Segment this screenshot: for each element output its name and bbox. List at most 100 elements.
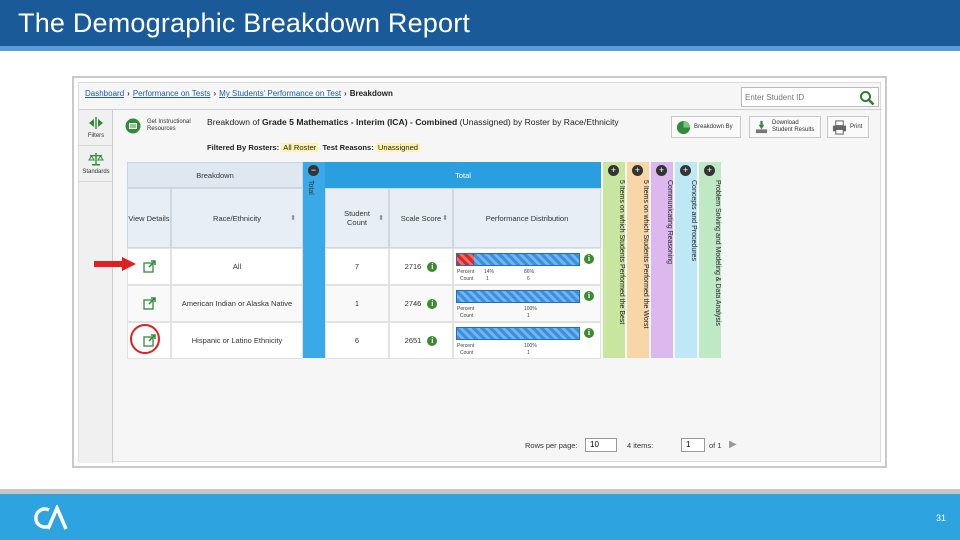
slide: The Demographic Breakdown Report Dashboa…: [0, 0, 960, 540]
segment1-percent: 14%: [484, 269, 495, 275]
footer-bar: [0, 494, 960, 540]
breadcrumb-dashboard[interactable]: Dashboard: [85, 89, 124, 98]
segment1-count: 1: [486, 276, 489, 282]
page-of-label: of 1: [709, 441, 722, 450]
count-label: Count: [460, 276, 474, 282]
count-label: Count: [460, 350, 474, 356]
instructional-label-line1: Get Instructional: [147, 119, 191, 125]
page-number-input[interactable]: 1: [681, 438, 705, 452]
student-id-input[interactable]: [745, 91, 855, 104]
table-cell-distribution: i Percent Count 100% 1: [453, 322, 601, 359]
plus-icon[interactable]: +: [704, 165, 715, 176]
rows-per-page-label: Rows per page:: [525, 441, 578, 450]
app-window: Dashboard › Performance on Tests › My Studen…: [78, 82, 882, 463]
scale-score-value: 2746: [404, 299, 422, 308]
reasons-label: Test Reasons:: [322, 143, 374, 152]
view-details-icon[interactable]: [142, 297, 156, 310]
table-cell-count: 6: [325, 322, 389, 359]
report-heading: Breakdown of Grade 5 Mathematics - Inter…: [207, 117, 619, 127]
breakdown-by-button[interactable]: Breakdown By: [671, 116, 741, 138]
instructional-label-line2: Resources: [147, 126, 176, 132]
print-button[interactable]: Print: [827, 116, 869, 138]
breadcrumb-performance[interactable]: Performance on Tests: [133, 89, 211, 98]
rail-standards-label: Standards: [82, 169, 110, 175]
scales-icon: [88, 153, 104, 166]
pager-next-icon[interactable]: ▶: [729, 439, 737, 450]
printer-icon: [832, 120, 847, 135]
info-icon[interactable]: i: [427, 335, 438, 346]
info-icon[interactable]: i: [584, 328, 594, 338]
scale-score-label: Scale Score: [400, 213, 442, 223]
info-icon[interactable]: i: [427, 261, 438, 272]
table-cell-count: 1: [325, 285, 389, 322]
heading-assessment: Grade 5 Mathematics - Interim (ICA) - Co…: [261, 117, 458, 127]
download-results-button[interactable]: Download Student Results: [749, 116, 821, 138]
info-icon[interactable]: i: [584, 254, 594, 264]
reasons-value: Unassigned: [375, 143, 421, 152]
total-collapsed-label: Total: [307, 180, 314, 195]
claim-column-strip[interactable]: + Concepts and Procedures: [675, 162, 697, 358]
plus-icon[interactable]: +: [632, 165, 643, 176]
claim-column-strip[interactable]: + 5 Items on which Students Performed th…: [627, 162, 649, 358]
plus-icon[interactable]: +: [656, 165, 667, 176]
rail-filters-label: Filters: [87, 133, 105, 139]
info-icon[interactable]: i: [427, 298, 438, 309]
header-divider: [79, 109, 882, 110]
performance-bar[interactable]: [456, 290, 580, 303]
table-cell-score: 2746 i: [389, 285, 453, 322]
rosters-label: Filtered By Rosters:: [207, 143, 280, 152]
info-icon[interactable]: i: [584, 291, 594, 301]
plus-icon[interactable]: +: [608, 165, 619, 176]
col-header-race-ethnicity[interactable]: Race/Ethnicity ⬍: [171, 188, 303, 248]
student-count-label: Student Count: [344, 209, 370, 227]
collapse-icon[interactable]: −: [308, 165, 319, 176]
breadcrumb-current: Breakdown: [349, 89, 393, 98]
filter-summary: Filtered By Rosters: All Roster Test Rea…: [207, 143, 421, 152]
download-icon: [755, 120, 768, 134]
view-details-icon[interactable]: [142, 260, 156, 273]
claim-column-strip[interactable]: + 5 Items on which Students Performed th…: [603, 162, 625, 358]
plus-icon[interactable]: +: [680, 165, 691, 176]
sort-icon[interactable]: ⬍: [378, 214, 384, 222]
instructional-resources-button[interactable]: Get Instructional Resources: [125, 116, 195, 138]
segment2-percent: 100%: [524, 306, 537, 312]
chevron-right-icon: ›: [344, 89, 347, 98]
rows-per-page-select[interactable]: 10: [585, 438, 617, 452]
rail-filters-button[interactable]: Filters: [79, 110, 113, 146]
chevron-right-icon: ›: [213, 89, 217, 98]
claim-column-strip[interactable]: + Problem Solving and Modeling & Data An…: [699, 162, 721, 358]
search-icon[interactable]: [859, 90, 875, 106]
claim-column-label: 5 Items on which Students Performed the …: [618, 180, 625, 325]
segment2-count: 6: [527, 276, 530, 282]
breadcrumb-my-students[interactable]: My Students' Performance on Test: [219, 89, 341, 98]
pie-chart-icon: [676, 120, 691, 135]
breakdown-by-label: Breakdown By: [694, 124, 733, 130]
sort-icon[interactable]: ⬍: [290, 214, 296, 222]
breadcrumb: Dashboard › Performance on Tests › My Studen…: [85, 89, 393, 98]
heading-suffix: (Unassigned) by Roster by Race/Ethnicity: [457, 117, 619, 127]
percent-label: Percent: [457, 306, 475, 312]
col-header-scale-score[interactable]: Scale Score ⬍: [389, 188, 453, 248]
segment2-percent: 86%: [524, 269, 535, 275]
total-collapsed-column[interactable]: − Total: [303, 162, 325, 358]
slide-title: The Demographic Breakdown Report: [18, 8, 471, 38]
count-label: Count: [460, 313, 474, 319]
student-search: [741, 87, 879, 107]
performance-bar[interactable]: [456, 327, 580, 340]
claim-column-strip[interactable]: + Communicating Reasoning: [651, 162, 673, 358]
print-label: Print: [850, 124, 863, 130]
table-cell-race: All: [171, 248, 303, 285]
table-cell-score: 2651 i: [389, 322, 453, 359]
col-header-view-details: View Details: [127, 188, 171, 248]
segment2-count: 1: [527, 350, 530, 356]
page-number: 31: [935, 513, 946, 523]
view-details-cell: [127, 285, 171, 322]
ca-logo-icon: [34, 505, 68, 530]
col-header-student-count[interactable]: Student Count ⬍: [325, 188, 389, 248]
performance-bar[interactable]: [456, 253, 580, 266]
claim-column-label: Communicating Reasoning: [666, 180, 673, 265]
heading-prefix: Breakdown of: [207, 117, 262, 127]
sort-icon[interactable]: ⬍: [442, 214, 448, 222]
rail-standards-button[interactable]: Standards: [79, 146, 113, 182]
col-header-performance-distribution: Performance Distribution: [453, 188, 601, 248]
